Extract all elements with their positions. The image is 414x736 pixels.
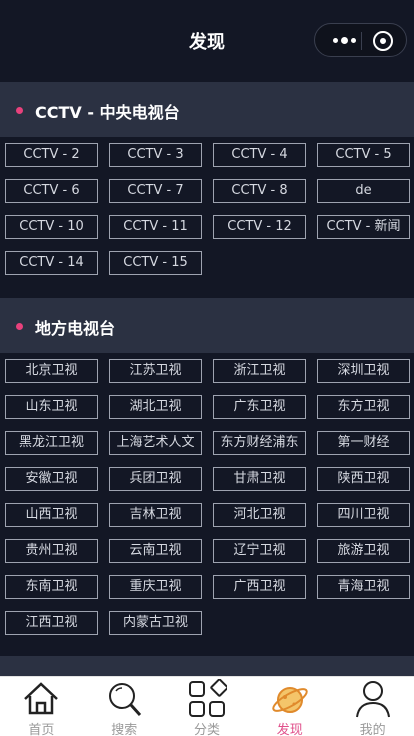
tab-mine[interactable]: 我的 xyxy=(331,677,414,736)
channel-button[interactable]: 江苏卫视 xyxy=(109,359,202,383)
channel-button[interactable]: 黑龙江卫视 xyxy=(5,431,98,455)
planet-icon xyxy=(272,687,308,713)
channel-button[interactable]: 湖北卫视 xyxy=(109,395,202,419)
channel-button[interactable]: 陕西卫视 xyxy=(317,467,410,491)
channel-button[interactable]: CCTV - 10 xyxy=(5,215,98,239)
tab-label: 首页 xyxy=(28,723,55,736)
channel-button[interactable]: 深圳卫视 xyxy=(317,359,410,383)
channel-button[interactable]: 山西卫视 xyxy=(5,503,98,527)
channel-button[interactable]: 兵团卫视 xyxy=(109,467,202,491)
channel-button[interactable]: 第一财经 xyxy=(317,431,410,455)
channel-button[interactable]: 吉林卫视 xyxy=(109,503,202,527)
channel-button[interactable]: 青海卫视 xyxy=(317,575,410,599)
channel-button[interactable]: 旅游卫视 xyxy=(317,539,410,563)
channel-button[interactable]: 重庆卫视 xyxy=(109,575,202,599)
channel-button[interactable]: CCTV - 6 xyxy=(5,179,98,203)
channel-button[interactable]: 北京卫视 xyxy=(5,359,98,383)
channel-button[interactable]: 上海艺术人文 xyxy=(109,431,202,455)
channel-button[interactable]: 山东卫视 xyxy=(5,395,98,419)
more-icon[interactable] xyxy=(327,24,361,56)
section-header-local: 地方电视台 xyxy=(0,298,414,353)
channel-button[interactable]: de xyxy=(317,179,410,203)
channel-button[interactable]: 甘肃卫视 xyxy=(213,467,306,491)
channel-button[interactable]: 辽宁卫视 xyxy=(213,539,306,563)
channel-button[interactable]: 河北卫视 xyxy=(213,503,306,527)
tab-search[interactable]: 搜索 xyxy=(83,677,166,736)
tab-bar: 首页 搜索 分类 发现 我的 xyxy=(0,676,414,736)
tab-label: 分类 xyxy=(193,723,220,736)
channel-button[interactable]: CCTV - 5 xyxy=(317,143,410,167)
channel-button[interactable]: CCTV - 12 xyxy=(213,215,306,239)
tab-label: 我的 xyxy=(359,723,386,736)
tab-category[interactable]: 分类 xyxy=(166,677,249,736)
channel-button[interactable]: CCTV - 4 xyxy=(213,143,306,167)
channel-button[interactable]: 东方财经浦东 xyxy=(213,431,306,455)
tab-discover[interactable]: 发现 xyxy=(248,677,331,736)
channel-button[interactable]: CCTV - 11 xyxy=(109,215,202,239)
channel-button[interactable]: 内蒙古卫视 xyxy=(109,611,202,635)
channel-button[interactable]: 浙江卫视 xyxy=(213,359,306,383)
channel-button[interactable]: CCTV - 14 xyxy=(5,251,98,275)
channel-button[interactable]: 四川卫视 xyxy=(317,503,410,527)
section-title: CCTV - 中央电视台 xyxy=(35,103,180,122)
channel-button[interactable]: 安徽卫视 xyxy=(5,467,98,491)
search-icon xyxy=(109,683,142,717)
section-dot xyxy=(16,107,23,114)
section-header-next xyxy=(0,656,414,676)
channel-button[interactable]: 广东卫视 xyxy=(213,395,306,419)
channel-button[interactable]: CCTV - 15 xyxy=(109,251,202,275)
section-title: 地方电视台 xyxy=(35,319,116,338)
nav-bar: 发现 xyxy=(0,0,414,82)
close-icon[interactable] xyxy=(373,31,393,51)
capsule-divider xyxy=(361,32,362,50)
section-header-cctv: CCTV - 中央电视台 xyxy=(0,82,414,137)
tab-label: 搜索 xyxy=(111,723,138,736)
channel-button[interactable]: CCTV - 新闻 xyxy=(317,215,410,239)
category-icon xyxy=(188,679,227,717)
home-icon xyxy=(24,682,59,715)
channel-button[interactable]: 贵州卫视 xyxy=(5,539,98,563)
channel-button[interactable]: CCTV - 2 xyxy=(5,143,98,167)
channel-button[interactable]: 广西卫视 xyxy=(213,575,306,599)
user-icon xyxy=(355,681,390,718)
channel-button[interactable]: 江西卫视 xyxy=(5,611,98,635)
channel-button[interactable]: 东方卫视 xyxy=(317,395,410,419)
channel-grid-cctv: CCTV - 2 CCTV - 3 CCTV - 4 CCTV - 5 CCTV - 6… xyxy=(5,143,410,275)
tab-label: 发现 xyxy=(276,723,303,736)
channel-button[interactable]: CCTV - 3 xyxy=(109,143,202,167)
channel-button[interactable]: 云南卫视 xyxy=(109,539,202,563)
channel-button[interactable]: 东南卫视 xyxy=(5,575,98,599)
tab-home[interactable]: 首页 xyxy=(0,677,83,736)
section-dot xyxy=(16,323,23,330)
channel-button[interactable]: CCTV - 8 xyxy=(213,179,306,203)
channel-grid-local: 北京卫视 江苏卫视 浙江卫视 深圳卫视山东卫视 湖北卫视 广东卫视 东方卫视黑龙江卫视 上海艺… xyxy=(5,359,410,635)
channel-button[interactable]: CCTV - 7 xyxy=(109,179,202,203)
mini-program-capsule xyxy=(314,23,407,57)
